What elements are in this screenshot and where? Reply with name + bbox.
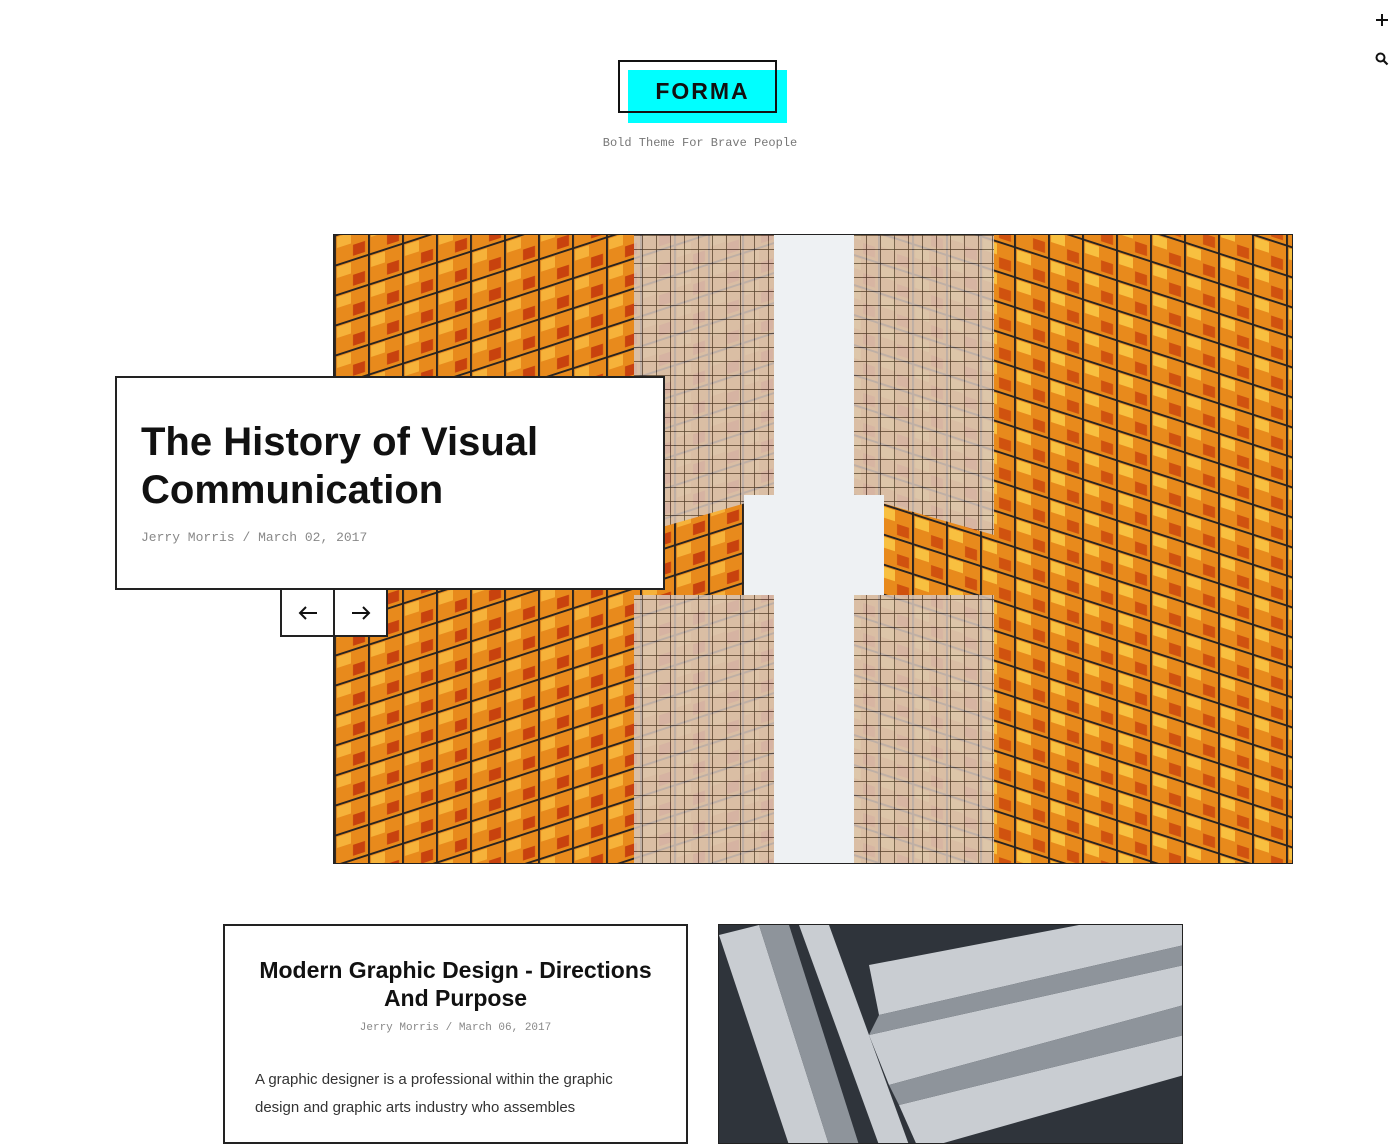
featured-post-meta: Jerry Morris / March 02, 2017 (141, 530, 367, 545)
post-card: Modern Graphic Design - Directions And P… (223, 924, 688, 1144)
slider-next-button[interactable] (333, 590, 386, 635)
post-author[interactable]: Jerry Morris (141, 530, 235, 545)
post-date: March 06, 2017 (458, 1022, 552, 1034)
arrow-right-icon (351, 605, 370, 620)
post-title[interactable]: Modern Graphic Design - Directions And P… (245, 956, 666, 1012)
post-meta: Jerry Morris / March 06, 2017 (245, 1022, 666, 1034)
building-facade-photo (719, 925, 1182, 1143)
post-date: March 02, 2017 (258, 530, 368, 545)
arrow-left-icon (298, 605, 317, 620)
post-image[interactable] (718, 924, 1183, 1144)
post-author[interactable]: Jerry Morris (360, 1022, 439, 1034)
featured-post-title[interactable]: The History of Visual Communication (141, 418, 641, 514)
post-excerpt: A graphic designer is a professional wit… (255, 1071, 613, 1116)
slider-prev-button[interactable] (282, 590, 333, 635)
search-icon[interactable] (1374, 51, 1390, 67)
meta-separator: / (242, 530, 251, 545)
plus-icon[interactable] (1374, 12, 1390, 28)
meta-separator: / (445, 1022, 453, 1034)
site-logo[interactable]: FORMA (628, 70, 777, 113)
site-tagline: Bold Theme For Brave People (602, 136, 798, 150)
slider-nav (280, 588, 388, 637)
featured-post-card: The History of Visual Communication Jerr… (115, 376, 665, 590)
